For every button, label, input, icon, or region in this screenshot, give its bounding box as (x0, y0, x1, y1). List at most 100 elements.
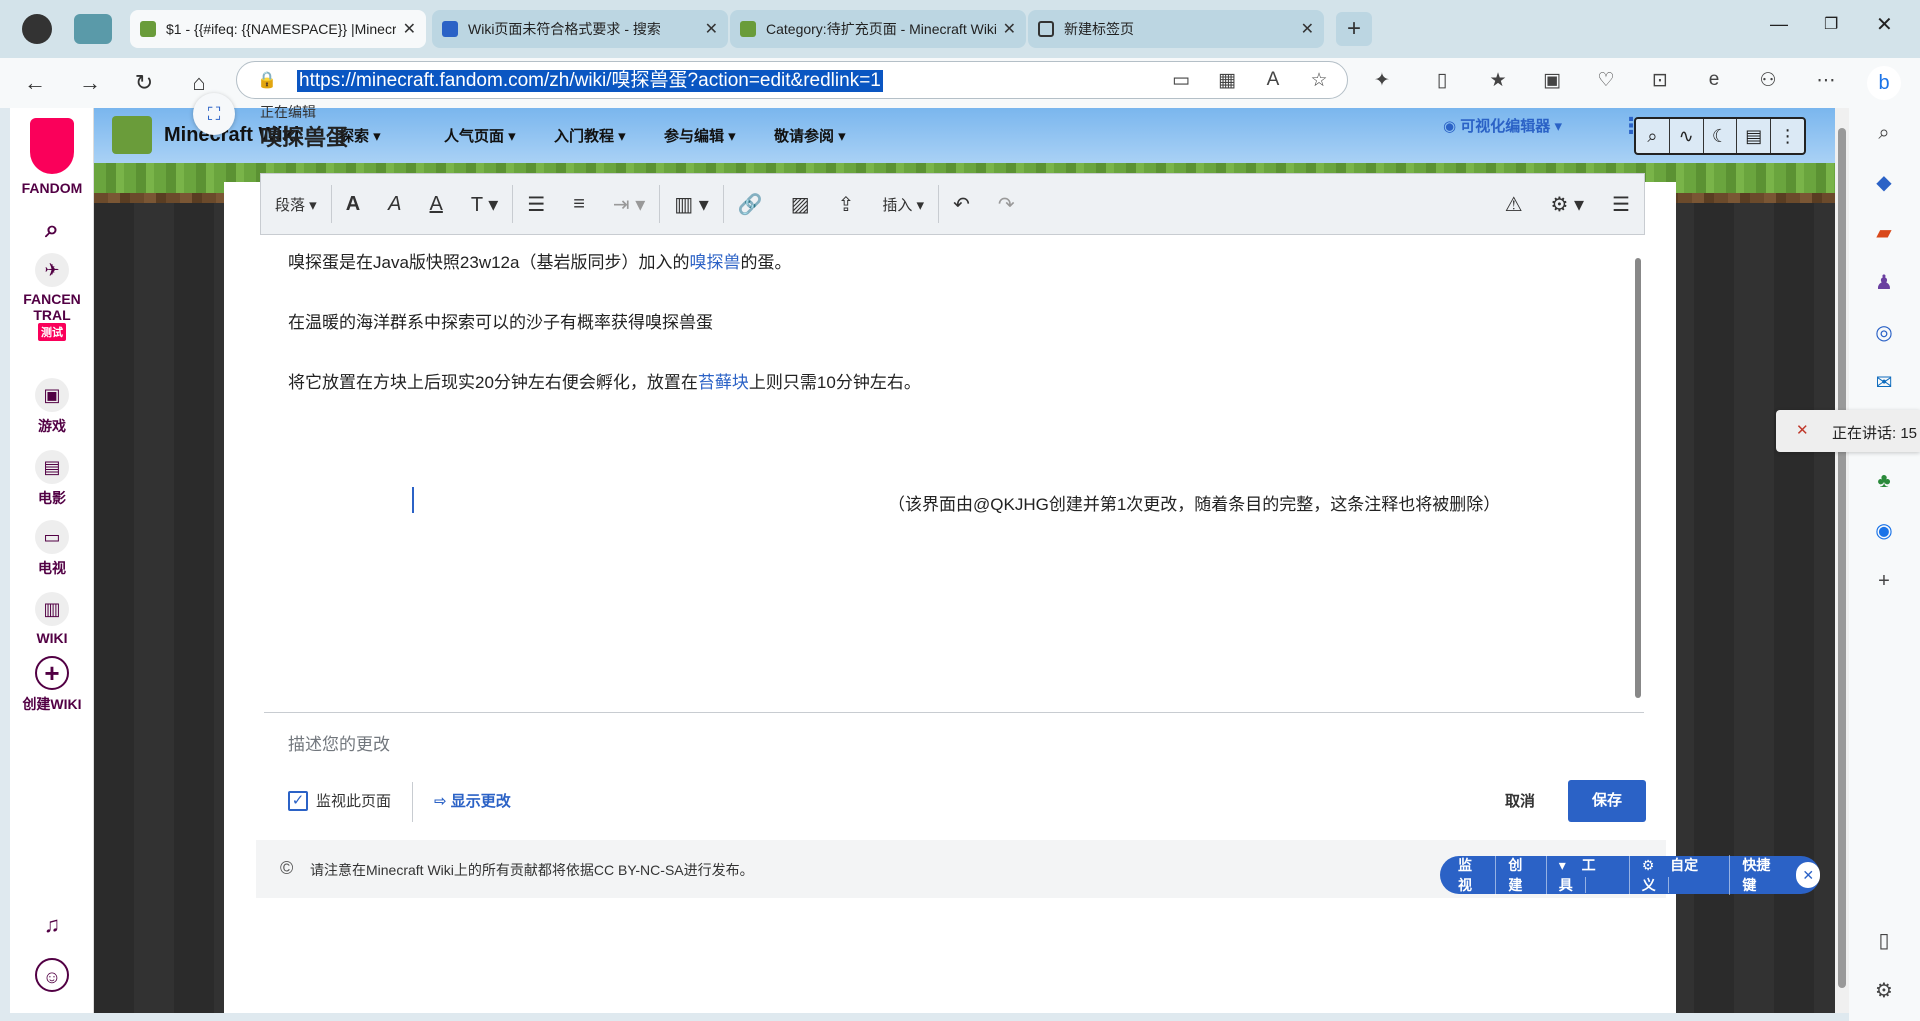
edit-scrollbar[interactable] (1632, 240, 1644, 710)
back-button[interactable]: ← (22, 70, 48, 96)
close-icon[interactable]: ✕ (705, 19, 718, 39)
drop-icon[interactable]: ◉ (1871, 518, 1897, 544)
more-menu-icon[interactable]: ⋯ (1814, 69, 1838, 92)
microsoft365-icon[interactable]: ◎ (1871, 320, 1897, 346)
home-button[interactable]: ⌂ (186, 70, 212, 96)
lock-icon[interactable]: 🔒 (257, 70, 277, 90)
rail-fancentral[interactable]: ✈ FANCEN TRAL 测试 (10, 253, 94, 341)
paragraph-3[interactable]: 将它放置在方块上后现实20分钟左右便会孵化，放置在苔藓块上则只需10分钟左右。 (288, 368, 921, 393)
page-scrollbar[interactable] (1835, 108, 1849, 1013)
tab-actions-icon[interactable] (74, 14, 112, 44)
italic-icon[interactable]: A (374, 193, 415, 216)
warning-icon[interactable]: ⚠ (1491, 192, 1537, 217)
extensions-icon[interactable]: ✦ (1370, 69, 1394, 92)
sniffer-link[interactable]: 嗅探兽 (689, 253, 740, 272)
tab-new-tab[interactable]: 新建标签页 ✕ (1028, 10, 1324, 48)
notes-icon[interactable]: ▤ (1737, 119, 1772, 153)
close-icon[interactable]: ✕ (1003, 19, 1016, 39)
undo-icon[interactable]: ↶ (939, 192, 984, 217)
rail-games[interactable]: ▣ 游戏 (10, 378, 94, 436)
settings-dropdown[interactable]: ⚙ ▾ (1537, 192, 1599, 217)
new-tab-button[interactable]: + (1336, 12, 1372, 46)
nav-popular[interactable]: 人气页面 ▾ (444, 125, 516, 146)
tab-minecraft-wiki-ifeq[interactable]: $1 - {{#ifeq: {{NAMESPACE}} |Minecraft W… (130, 10, 426, 48)
close-icon[interactable]: ✕ (1796, 862, 1820, 888)
quickbar-customize[interactable]: ⚙ 自定义 (1630, 855, 1731, 895)
edit-area[interactable]: 嗅探蛋是在Java版快照23w12a（基岩版同步）加入的嗅探兽的蛋。 在温暖的海… (262, 240, 1642, 710)
scroll-thumb[interactable] (1635, 258, 1641, 698)
paragraph-2[interactable]: 在温暖的海洋群系中探索可以的沙子有概率获得嗅探兽蛋 (288, 308, 713, 333)
activity-icon[interactable]: ∿ (1670, 119, 1704, 153)
games-icon[interactable]: ♟ (1871, 270, 1897, 296)
cancel-button[interactable]: 取消 (1505, 790, 1535, 811)
image-icon[interactable]: ▨ (777, 192, 824, 217)
favorite-add-icon[interactable]: ☆ (1307, 69, 1331, 92)
link-icon[interactable]: 🔗 (724, 192, 777, 217)
bold-icon[interactable]: A (332, 193, 374, 216)
rail-movies[interactable]: ▤ 电影 (10, 450, 94, 508)
close-icon[interactable]: ✕ (1301, 19, 1314, 39)
favorites-icon[interactable]: ★ (1486, 69, 1510, 92)
bullet-list-icon[interactable]: ☰ (513, 192, 559, 217)
profile-avatar[interactable] (22, 14, 52, 44)
shopping-icon[interactable]: ◆ (1871, 170, 1897, 196)
visual-editor-switch[interactable]: ◉ 可视化编辑器 ▾ (1443, 115, 1562, 136)
settings-icon[interactable]: ⚙ (1871, 978, 1897, 1004)
forward-button[interactable]: → (77, 70, 103, 96)
share-icon[interactable]: ⚇ (1756, 69, 1780, 92)
tools-icon[interactable]: ▰ (1871, 220, 1897, 246)
restore-button[interactable]: ❐ (1824, 14, 1838, 34)
text-style-dropdown[interactable]: T ▾ (457, 192, 512, 217)
checkbox-checked-icon[interactable]: ✓ (288, 790, 308, 811)
minimize-button[interactable]: — (1770, 14, 1788, 35)
collections-icon[interactable]: ▣ (1540, 69, 1564, 92)
paragraph-dropdown[interactable]: 段落 ▾ (261, 194, 331, 215)
nav-see-also[interactable]: 敬请参阅 ▾ (774, 125, 846, 146)
bing-icon[interactable]: b (1867, 66, 1901, 100)
insert-dropdown[interactable]: 插入 ▾ (868, 194, 938, 215)
indent-dropdown[interactable]: ⇥ ▾ (599, 192, 659, 217)
quickbar-shortcuts[interactable]: 快捷键 (1730, 855, 1792, 895)
read-aloud-icon[interactable]: A (1261, 69, 1285, 91)
refresh-button[interactable]: ↻ (131, 70, 157, 96)
cite-dropdown[interactable]: ▥ ▾ (660, 192, 723, 217)
moss-block-link[interactable]: 苔藓块 (698, 373, 749, 392)
window-close-button[interactable]: ✕ (1876, 12, 1893, 37)
nav-contribute[interactable]: 参与编辑 ▾ (664, 125, 736, 146)
search-icon[interactable]: ⌕ (1871, 120, 1897, 146)
dark-mode-icon[interactable]: ☾ (1704, 119, 1738, 153)
quickbar-tools[interactable]: ▾ 工具 (1547, 855, 1630, 895)
menu-icon[interactable]: ☰ (1598, 192, 1644, 217)
health-icon[interactable]: ♡ (1594, 69, 1618, 92)
nav-tutorials[interactable]: 入门教程 ▾ (554, 125, 626, 146)
sidebar-toggle-icon[interactable]: ▯ (1871, 928, 1897, 954)
save-button[interactable]: 保存 (1568, 780, 1646, 822)
add-icon[interactable]: + (1871, 568, 1897, 594)
edge-icon[interactable]: e (1702, 69, 1726, 91)
show-changes-button[interactable]: ⇨ 显示更改 (434, 790, 511, 811)
numbered-list-icon[interactable]: ≡ (559, 193, 599, 216)
split-screen-icon[interactable]: ▯ (1430, 69, 1454, 92)
more-options-icon[interactable]: ⋮ (1620, 113, 1642, 139)
quickbar-create[interactable]: 创建 (1496, 855, 1547, 895)
underline-icon[interactable]: A (416, 193, 457, 216)
fandom-logo[interactable]: FANDOM (10, 118, 94, 196)
fullscreen-button[interactable]: ⛶ (193, 93, 235, 135)
redo-icon[interactable]: ↷ (984, 192, 1029, 217)
tab-category[interactable]: Category:待扩充页面 - Minecraft Wiki ✕ (730, 10, 1026, 48)
rail-search[interactable]: ⌕ (10, 213, 94, 247)
rail-account[interactable]: ☺ (10, 958, 94, 992)
upload-icon[interactable]: ⇪ (824, 192, 869, 217)
close-icon[interactable]: ✕ (403, 19, 416, 39)
rail-tv[interactable]: ▭ 电视 (10, 520, 94, 578)
rail-notifications[interactable]: ♫ (10, 908, 94, 942)
screenshot-icon[interactable]: ⊡ (1648, 69, 1672, 92)
minecraft-wiki-logo[interactable] (112, 116, 152, 154)
tab-search[interactable]: Wiki页面未符合格式要求 - 搜索 ✕ (432, 10, 728, 48)
watch-page-checkbox[interactable]: ✓ 监视此页面 (288, 790, 391, 811)
paragraph-1[interactable]: 嗅探蛋是在Java版快照23w12a（基岩版同步）加入的嗅探兽的蛋。 (288, 248, 791, 273)
quickbar-watch[interactable]: 监视 (1440, 855, 1497, 895)
rail-wiki[interactable]: ▥ WIKI (10, 592, 94, 646)
rail-create-wiki[interactable]: + 创建WIKI (10, 656, 94, 714)
more-icon[interactable]: ⋮ (1771, 119, 1804, 153)
